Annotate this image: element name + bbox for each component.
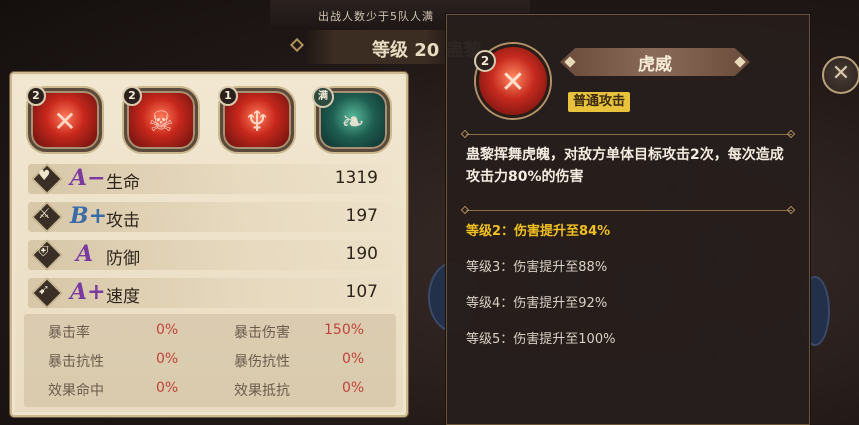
- demon-mask-icon: ♆: [244, 105, 270, 138]
- jade-bracer-icon: ❧: [341, 105, 365, 138]
- close-icon: ✕: [831, 61, 851, 86]
- sub-stat-label: 暴击伤害: [234, 325, 290, 341]
- stat-grade: A−: [70, 165, 106, 191]
- stat-grade: B+: [70, 203, 108, 229]
- shield-icon: ⛨: [38, 244, 49, 260]
- stat-name: 生命: [106, 173, 140, 193]
- skill-description: 蛊黎挥舞虎魄，对敌方单体目标攻击2次，每次造成攻击力80%的伤害: [466, 147, 784, 185]
- sub-stat-value: 0%: [156, 322, 179, 338]
- sub-stat-label: 效果命中: [48, 383, 104, 399]
- upgrade-level-5: 等级5：伤害提升至100%: [466, 332, 616, 347]
- sub-stat-label: 暴击抗性: [48, 354, 104, 370]
- sub-stat-label: 暴击率: [48, 325, 90, 341]
- skill-type-tag: 普通攻击: [568, 92, 631, 112]
- skill-level-badge: 2: [26, 86, 46, 106]
- divider: [466, 134, 792, 135]
- sub-stat-value: 0%: [156, 351, 179, 367]
- sub-stat-value: 0%: [342, 380, 365, 396]
- stat-row-speed: ➹ A+ 速度 107: [28, 277, 392, 309]
- stat-name: 防御: [106, 249, 140, 269]
- skill-level-badge: 2: [474, 50, 496, 72]
- stat-row-attack: ⚔ B+ 攻击 197: [28, 201, 392, 233]
- sub-stat-value: 0%: [156, 380, 179, 396]
- upgrade-level-3: 等级3：伤害提升至88%: [466, 260, 608, 275]
- stat-grade: A: [76, 241, 94, 267]
- stat-value: 1319: [334, 168, 378, 188]
- skill-name: 虎威: [638, 55, 672, 75]
- stat-name: 速度: [106, 287, 140, 307]
- divider: [466, 210, 792, 211]
- upgrade-level-2: 等级2：伤害提升至84%: [466, 224, 611, 239]
- stat-grade: A+: [70, 279, 106, 305]
- sub-stat-label: 暴伤抗性: [234, 354, 290, 370]
- stat-value: 190: [345, 244, 378, 264]
- skill-level-badge: 2: [122, 86, 142, 106]
- sub-stat-value: 150%: [324, 322, 365, 338]
- claw-slash-icon: ✕: [53, 105, 77, 138]
- fire-beast-icon: ☠: [148, 105, 174, 138]
- sub-stats-box: 暴击率 0% 暴击伤害 150% 暴击抗性 0% 暴伤抗性 0% 效果命中 0%…: [24, 314, 396, 407]
- skill-max-badge: 满: [312, 86, 334, 108]
- boot-icon: ➹: [38, 282, 50, 298]
- stat-value: 107: [345, 282, 378, 302]
- stat-value: 197: [345, 206, 378, 226]
- sub-stat-label: 效果抵抗: [234, 383, 290, 399]
- team-notice: 出战人数少于5队人满: [318, 10, 434, 23]
- skill-level-badge: 1: [218, 86, 238, 106]
- stat-row-defense: ⛨ A 防御 190: [28, 239, 392, 271]
- upgrade-level-4: 等级4：伤害提升至92%: [466, 296, 608, 311]
- attack-icon: ⚔: [38, 206, 51, 222]
- sub-stat-value: 0%: [342, 351, 365, 367]
- stat-row-hp: ♥ A− 生命 1319: [28, 163, 392, 195]
- heart-icon: ♥: [38, 168, 51, 184]
- close-button[interactable]: ✕: [822, 56, 859, 94]
- stat-name: 攻击: [106, 211, 140, 231]
